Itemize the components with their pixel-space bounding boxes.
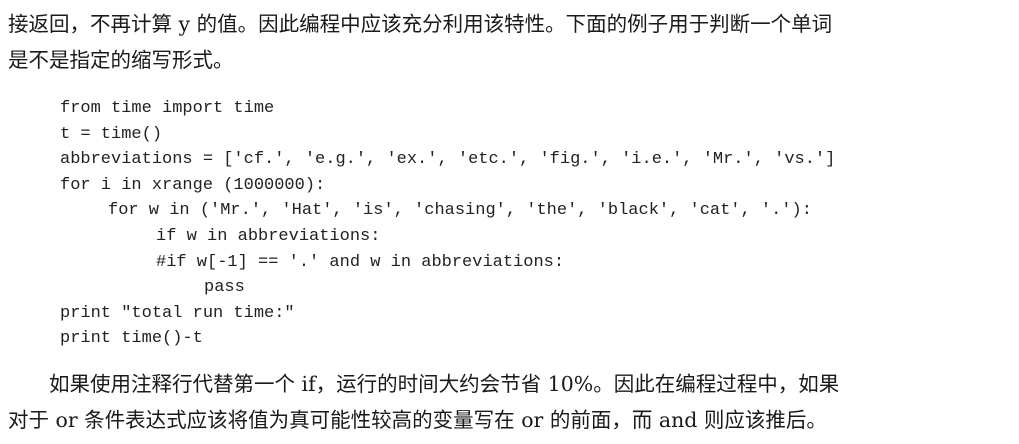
code-line: print "total run time:" [60, 303, 295, 323]
code-line: abbreviations = ['cf.', 'e.g.', 'ex.', '… [60, 150, 836, 170]
code-block: from time import time t = time() abbrevi… [8, 96, 1011, 352]
code-line: if w in abbreviations: [156, 226, 381, 246]
code-line: pass [204, 278, 245, 298]
code-line: #if w[-1] == '.' and w in abbreviations: [156, 252, 565, 272]
code-line: print time()-t [60, 329, 203, 349]
paragraph-bottom-line-1: 如果使用注释行代替第一个 if，运行的时间大约会节省 10%。因此在编程过程中，… [49, 371, 840, 396]
paragraph-bottom-line-2: 对于 or 条件表达式应该将值为真可能性较高的变量写在 or 的前面，而 and… [8, 407, 827, 432]
code-line: t = time() [60, 124, 163, 144]
code-line: for i in xrange (1000000): [60, 175, 326, 195]
code-line: for w in ('Mr.', 'Hat', 'is', 'chasing',… [108, 201, 812, 221]
code-line: from time import time [60, 99, 275, 118]
document-page: 接返回，不再计算 y 的值。因此编程中应该充分利用该特性。下面的例子用于判断一个… [0, 0, 1019, 444]
paragraph-top-line-1: 接返回，不再计算 y 的值。因此编程中应该充分利用该特性。下面的例子用于判断一个… [8, 12, 833, 36]
paragraph-top-line-2: 是不是指定的缩写形式。 [8, 48, 234, 72]
